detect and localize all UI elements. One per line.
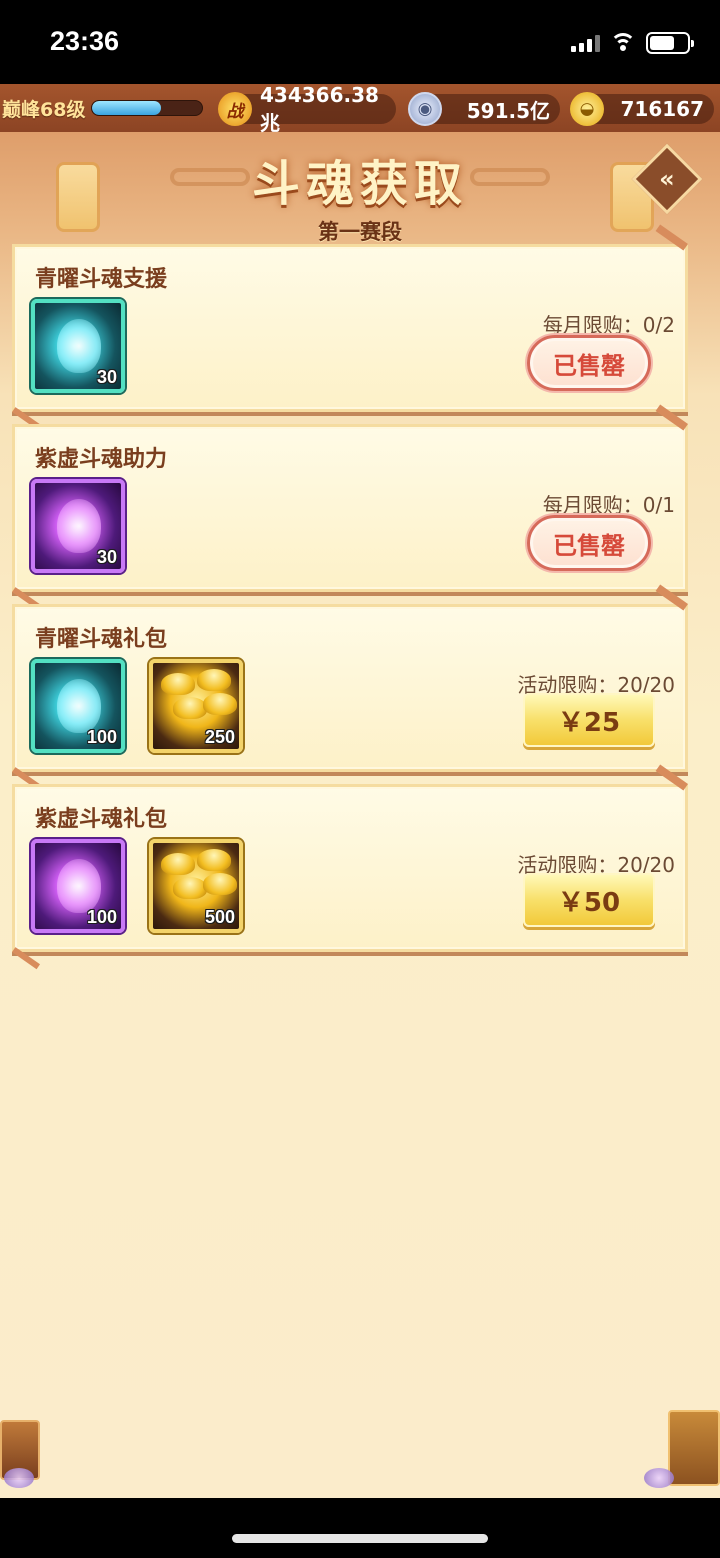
buy-button[interactable]: ￥25 [523, 693, 655, 747]
cyan-soul-item[interactable]: 30 [31, 299, 125, 393]
status-icons [571, 32, 694, 54]
pack-title: 青曜斗魂礼包 [35, 627, 168, 652]
purchase-limit: 每月限购：0/2 [542, 313, 675, 337]
pack-card: 紫虚斗魂礼包 100 500 活动限购：20/20 ￥50 [12, 784, 688, 952]
wifi-icon [610, 33, 636, 53]
pack-items: 30 [31, 479, 125, 573]
pack-card: 紫虚斗魂助力 30 每月限购：0/1 已售罄 [12, 424, 688, 592]
game-screen: 巅峰68级 战 434366.38兆 ◉ 591.5亿 ◒ 716167 斗魂获… [0, 84, 720, 1498]
battery-icon [646, 32, 694, 54]
coin-display: ◉ 591.5亿 [408, 92, 560, 126]
coin-icon: ◉ [408, 92, 442, 126]
gold-ingot-item[interactable]: 250 [149, 659, 243, 753]
home-indicator[interactable] [232, 1534, 488, 1543]
power-icon: 战 [218, 92, 252, 126]
sold-out-button[interactable]: 已售罄 [527, 335, 651, 391]
page-subtitle: 第一赛段 [318, 220, 402, 244]
resource-bar: 巅峰68级 战 434366.38兆 ◉ 591.5亿 ◒ 716167 [0, 84, 720, 135]
pack-items: 100 500 [31, 839, 243, 933]
pack-title: 紫虚斗魂助力 [35, 447, 168, 472]
pack-card: 青曜斗魂礼包 100 250 活动限购：20/20 ￥25 [12, 604, 688, 772]
peak-level: 巅峰68级 [2, 98, 86, 121]
pack-title: 青曜斗魂支援 [35, 267, 168, 292]
page-header: 斗魂获取 第一赛段 [0, 144, 720, 246]
flower-decoration [4, 1468, 34, 1488]
buy-button[interactable]: ￥50 [523, 873, 655, 927]
pack-items: 30 [31, 299, 125, 393]
purple-soul-item[interactable]: 100 [31, 839, 125, 933]
power-display: 战 434366.38兆 [218, 84, 396, 135]
power-value: 434366.38兆 [260, 84, 379, 135]
sold-out-button[interactable]: 已售罄 [527, 515, 651, 571]
item-quantity: 100 [86, 907, 117, 927]
treasure-chest-decoration [668, 1410, 720, 1486]
item-quantity: 30 [96, 367, 117, 387]
home-indicator-area [0, 1498, 720, 1558]
ingot-display: ◒ 716167 [570, 92, 714, 126]
pack-title: 紫虚斗魂礼包 [35, 807, 168, 832]
status-bar: 23:36 [0, 0, 720, 84]
status-time: 23:36 [50, 26, 120, 56]
item-quantity: 30 [96, 547, 117, 567]
pack-card: 青曜斗魂支援 30 每月限购：0/2 已售罄 [12, 244, 688, 412]
ingot-value: 716167 [620, 97, 705, 121]
gold-ingot-icon: ◒ [570, 92, 604, 126]
purple-soul-item[interactable]: 30 [31, 479, 125, 573]
gold-ingot-item[interactable]: 500 [149, 839, 243, 933]
flower-decoration [644, 1468, 674, 1488]
coin-value: 591.5亿 [466, 98, 550, 123]
cyan-soul-item[interactable]: 100 [31, 659, 125, 753]
signal-icon [571, 34, 600, 52]
xp-bar [91, 100, 204, 116]
pack-items: 100 250 [31, 659, 243, 753]
purchase-limit: 每月限购：0/1 [542, 493, 675, 517]
page-title: 斗魂获取 [251, 156, 468, 212]
item-quantity: 500 [204, 907, 235, 927]
double-chevron-left-icon: « [659, 164, 675, 193]
item-quantity: 250 [204, 727, 235, 747]
item-quantity: 100 [86, 727, 117, 747]
